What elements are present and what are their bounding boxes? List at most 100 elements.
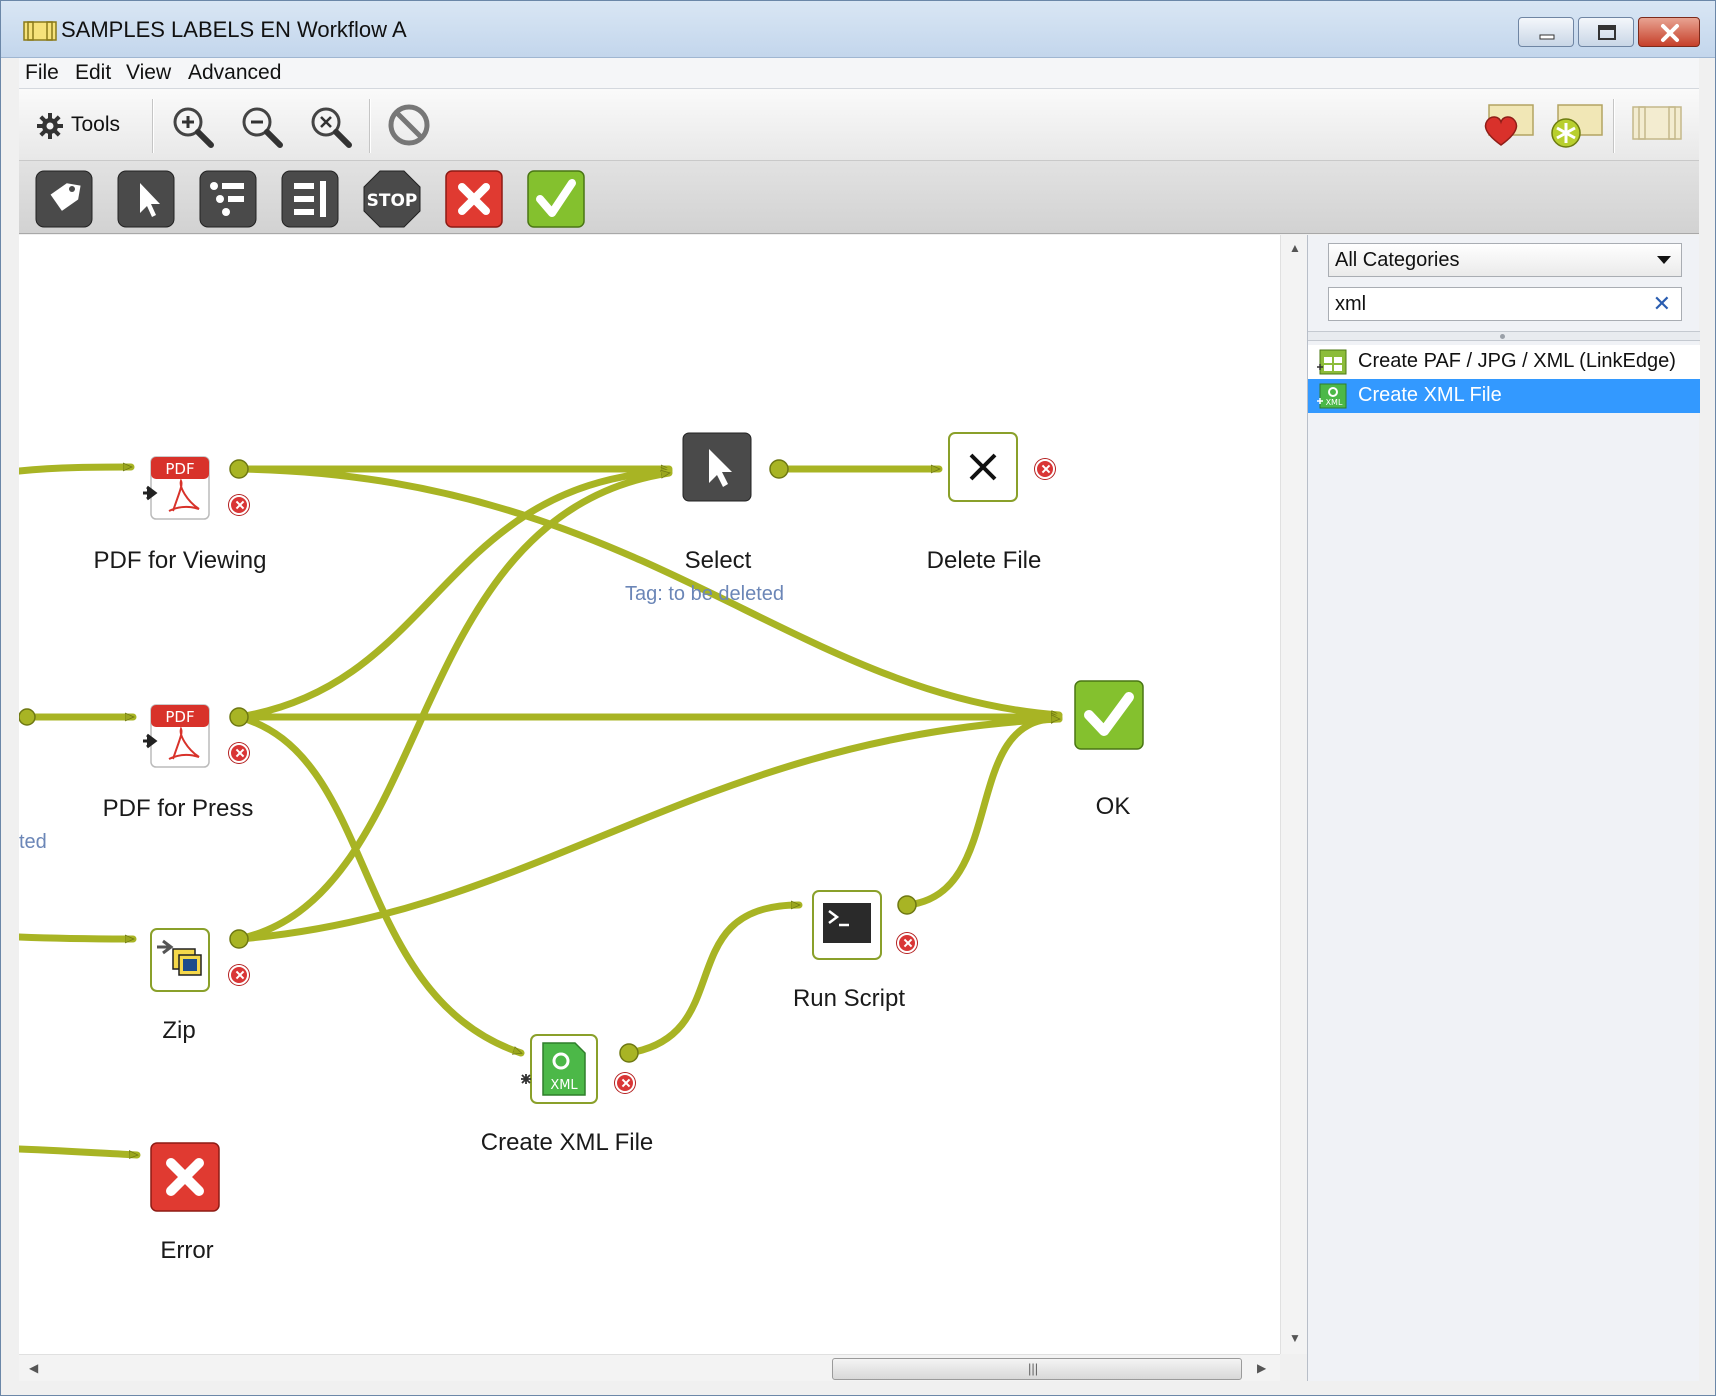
- create-xml-node-icon[interactable]: XML: [519, 1033, 599, 1105]
- close-window-button[interactable]: [1638, 17, 1700, 47]
- app-window: SAMPLES LABELS EN Workflow A File Edit V…: [0, 0, 1716, 1396]
- node-label: Run Script: [792, 985, 906, 1012]
- scroll-up-arrow-icon[interactable]: ▲: [1289, 241, 1301, 255]
- output-port[interactable]: [229, 459, 249, 479]
- favorite-ticket-icon[interactable]: [1479, 99, 1539, 151]
- node-label: Zip: [162, 1017, 196, 1044]
- connector[interactable]: [903, 719, 1063, 909]
- stop-icon[interactable]: STOP: [362, 169, 422, 229]
- ok-node-icon[interactable]: [1073, 679, 1145, 751]
- vertical-scrollbar[interactable]: ▲ ▼: [1280, 235, 1307, 1354]
- toolbar-separator: [1613, 99, 1615, 153]
- xml-file-icon: XML: [1317, 383, 1347, 409]
- tag-icon[interactable]: [34, 169, 94, 229]
- list-item[interactable]: Create PAF / JPG / XML (LinkEdge): [1308, 345, 1700, 379]
- error-port[interactable]: [615, 1073, 635, 1093]
- node-label: Delete File: [926, 547, 1042, 574]
- restore-icon: [1598, 25, 1616, 40]
- window-title: SAMPLES LABELS EN Workflow A: [61, 17, 407, 42]
- error-port[interactable]: [229, 965, 249, 985]
- svg-text:PDF: PDF: [165, 460, 194, 478]
- node-label: PDF for Viewing: [93, 547, 267, 574]
- output-port[interactable]: [229, 707, 249, 727]
- output-port[interactable]: [897, 895, 917, 915]
- list-filter-icon[interactable]: [198, 169, 258, 229]
- zoom-in-icon[interactable]: [169, 103, 217, 151]
- svg-text:XML: XML: [550, 1078, 578, 1093]
- node-label: Select: [684, 547, 752, 574]
- zoom-out-icon[interactable]: [238, 103, 286, 151]
- scroll-right-arrow-icon[interactable]: ▶: [1257, 1361, 1266, 1375]
- close-icon: [1661, 24, 1679, 42]
- error-node-icon[interactable]: [149, 1141, 221, 1213]
- search-input[interactable]: xml ✕: [1328, 287, 1682, 321]
- error-folder-icon[interactable]: [444, 169, 504, 229]
- run-script-node-icon[interactable]: [811, 889, 883, 961]
- no-entry-icon[interactable]: [385, 101, 433, 149]
- menu-edit[interactable]: Edit: [75, 61, 111, 85]
- menu-file[interactable]: File: [25, 61, 59, 85]
- category-dropdown[interactable]: All Categories: [1328, 243, 1682, 277]
- output-port[interactable]: [619, 1043, 639, 1063]
- horizontal-scroll-thumb[interactable]: |||: [832, 1358, 1242, 1380]
- toolbar-separator: [369, 99, 371, 153]
- connector[interactable]: [19, 1145, 141, 1155]
- list-align-icon[interactable]: [280, 169, 340, 229]
- menu-view[interactable]: View: [126, 61, 171, 85]
- ticket-icon[interactable]: [1629, 99, 1685, 149]
- search-value: xml: [1335, 293, 1367, 315]
- connector[interactable]: [235, 719, 1063, 943]
- horizontal-scrollbar[interactable]: ◀ ||| ▶: [19, 1354, 1280, 1381]
- error-port[interactable]: [1035, 459, 1055, 479]
- error-port[interactable]: [229, 743, 249, 763]
- scroll-left-arrow-icon[interactable]: ◀: [29, 1361, 38, 1375]
- svg-text:XML: XML: [1326, 398, 1343, 407]
- new-ticket-icon[interactable]: [1546, 99, 1606, 151]
- node-label: Error: [160, 1237, 214, 1264]
- zip-node-icon[interactable]: [143, 925, 215, 997]
- menu-advanced[interactable]: Advanced: [188, 61, 281, 85]
- node-label: OK: [1095, 793, 1131, 820]
- node-label: Create XML File: [480, 1129, 654, 1156]
- connector[interactable]: [625, 905, 803, 1057]
- node-tag-label: Tag: to be deleted: [625, 583, 785, 605]
- chevron-down-icon: [1657, 256, 1671, 264]
- connector[interactable]: [19, 933, 137, 939]
- success-folder-icon[interactable]: [526, 169, 586, 229]
- connector[interactable]: [19, 467, 135, 475]
- output-port[interactable]: [229, 929, 249, 949]
- pdf-press-node-icon[interactable]: PDF: [143, 701, 215, 773]
- output-port[interactable]: [769, 459, 789, 479]
- delete-file-node-icon[interactable]: [947, 431, 1019, 503]
- panel-splitter[interactable]: [1308, 331, 1700, 341]
- minimize-button[interactable]: [1518, 17, 1574, 47]
- maximize-button[interactable]: [1578, 17, 1634, 47]
- workflow-icon: [23, 21, 57, 41]
- workflow-canvas[interactable]: PDF PDF for Viewing PDF PDF for Press te…: [19, 235, 1280, 1354]
- pdf-viewing-node-icon[interactable]: PDF: [143, 453, 215, 525]
- title-bar: SAMPLES LABELS EN Workflow A: [1, 1, 1715, 58]
- connector[interactable]: [235, 471, 673, 721]
- tools-label: Tools: [71, 113, 121, 136]
- menu-bar: File Edit View Advanced: [19, 58, 1699, 89]
- select-pointer-icon[interactable]: [116, 169, 176, 229]
- error-port[interactable]: [897, 933, 917, 953]
- node-tag-partial: ted: [19, 831, 47, 853]
- element-list: Create PAF / JPG / XML (LinkEdge) XML Cr…: [1308, 345, 1700, 413]
- error-port[interactable]: [229, 495, 249, 515]
- output-port[interactable]: [19, 708, 36, 726]
- linkedge-icon: [1317, 349, 1347, 375]
- gear-icon: [37, 113, 63, 139]
- minimize-icon: [1539, 34, 1555, 40]
- list-item-selected[interactable]: XML Create XML File: [1308, 379, 1700, 413]
- main-toolbar: Tools: [19, 89, 1699, 161]
- zoom-fit-icon[interactable]: [307, 103, 355, 151]
- svg-text:PDF: PDF: [165, 708, 194, 726]
- clear-search-icon[interactable]: ✕: [1653, 291, 1671, 317]
- scroll-down-arrow-icon[interactable]: ▼: [1289, 1331, 1301, 1345]
- flow-elements-toolbar: STOP: [19, 161, 1699, 234]
- list-item-label: Create XML File: [1358, 384, 1502, 406]
- list-item-label: Create PAF / JPG / XML (LinkEdge): [1358, 350, 1676, 372]
- select-node-icon[interactable]: [681, 431, 753, 503]
- grip-icon: |||: [1028, 1361, 1039, 1376]
